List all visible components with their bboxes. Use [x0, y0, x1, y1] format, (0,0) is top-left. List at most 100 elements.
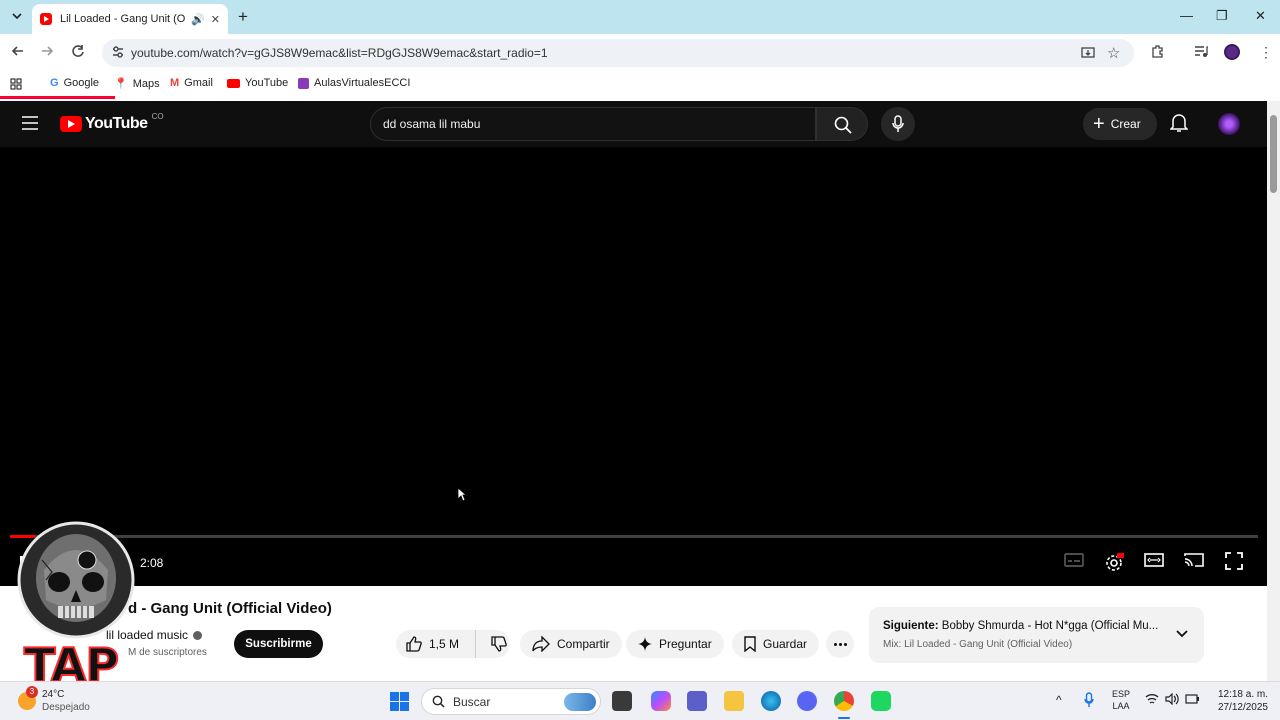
youtube-logo[interactable]: YouTube CO — [60, 111, 164, 133]
discord-icon[interactable] — [797, 691, 817, 711]
restore-icon[interactable]: ❐ — [1216, 8, 1228, 24]
share-arrow-icon — [532, 636, 550, 652]
taskbar-search[interactable]: Buscar — [421, 688, 601, 715]
bookmark-youtube[interactable]: YouTube — [227, 77, 288, 89]
cast-icon[interactable] — [1184, 552, 1204, 568]
minimize-icon[interactable]: — — [1180, 8, 1193, 23]
chrome-icon[interactable] — [834, 691, 854, 711]
bookmark-gmail[interactable]: M Gmail — [170, 77, 213, 89]
speaker-icon[interactable]: 🔊 — [191, 13, 205, 26]
maps-pin-icon: 📍 — [114, 78, 128, 90]
sparkle-icon — [638, 637, 652, 651]
install-app-icon[interactable] — [1081, 46, 1095, 60]
thumbs-down-icon — [491, 636, 507, 652]
create-label: Crear — [1110, 117, 1141, 131]
share-button[interactable]: Compartir — [520, 630, 622, 658]
lang-bottom: LAA — [1112, 701, 1130, 711]
bookmark-aulas[interactable]: AulasVirtualesECCI — [298, 77, 410, 89]
browser-toolbar: youtube.com/watch?v=gGJS8W9emac&list=RDg… — [0, 34, 1280, 72]
subscriber-count: M de suscriptores — [128, 647, 207, 658]
wifi-icon[interactable] — [1145, 693, 1159, 705]
country-code: CO — [151, 111, 164, 121]
dislike-button[interactable] — [483, 636, 507, 652]
tab-close-icon[interactable]: ✕ — [211, 13, 220, 26]
bookmark-star-icon[interactable]: ☆ — [1107, 44, 1120, 62]
forward-icon[interactable] — [40, 44, 54, 58]
video-player[interactable]: 2:08 — [0, 147, 1267, 586]
up-next-mix: Mix: Lil Loaded - Gang Unit (Official Vi… — [883, 639, 1073, 650]
subscribe-button[interactable]: Suscribirme — [234, 630, 323, 658]
task-view-icon[interactable] — [612, 691, 632, 711]
url-text: youtube.com/watch?v=gGJS8W9emac&list=RDg… — [131, 46, 548, 60]
weather-widget[interactable]: 24°C Despejado — [42, 688, 90, 714]
ask-button[interactable]: Preguntar — [626, 630, 724, 658]
teams-icon[interactable] — [687, 691, 707, 711]
system-clock[interactable]: 12:18 a. m. 27/12/2025 — [1210, 688, 1268, 714]
file-explorer-icon[interactable] — [724, 691, 744, 711]
search-icon — [834, 116, 852, 134]
windows-start-icon[interactable] — [390, 692, 409, 711]
more-actions-button[interactable] — [826, 630, 854, 658]
copilot-icon[interactable] — [651, 691, 671, 711]
battery-icon[interactable] — [1185, 694, 1199, 704]
thumbs-up-icon — [406, 636, 422, 652]
reload-icon[interactable] — [71, 44, 85, 58]
bookmark-google[interactable]: G Google — [50, 77, 99, 89]
youtube-page: YouTube CO dd osama lil mabu + Crear 2:0… — [0, 101, 1267, 681]
subtitles-icon[interactable] — [1064, 552, 1084, 568]
taskbar-search-placeholder: Buscar — [453, 694, 491, 709]
gmail-icon: M — [170, 77, 180, 89]
create-button[interactable]: + Crear — [1083, 108, 1157, 140]
settings-gear-icon[interactable] — [1104, 552, 1124, 572]
back-icon[interactable] — [11, 44, 25, 58]
time-display: 2:08 — [140, 556, 164, 570]
save-button[interactable]: Guardar — [732, 630, 820, 658]
bookmark-label: YouTube — [245, 77, 289, 89]
address-bar[interactable]: youtube.com/watch?v=gGJS8W9emac&list=RDg… — [102, 39, 1134, 67]
media-controls-icon[interactable] — [1194, 44, 1209, 59]
notifications-bell-icon[interactable] — [1170, 113, 1188, 133]
app-green-icon[interactable] — [871, 691, 891, 711]
window-close-icon[interactable]: ✕ — [1255, 8, 1266, 24]
chrome-active-indicator — [838, 717, 850, 719]
youtube-favicon-icon — [40, 13, 52, 25]
up-next-card[interactable]: Siguiente: Bobby Shmurda - Hot N*gga (Of… — [869, 607, 1204, 663]
bookmark-label: Maps — [132, 77, 160, 90]
google-icon: G — [50, 77, 59, 89]
account-avatar[interactable] — [1218, 113, 1240, 135]
input-language[interactable]: ESP LAA — [1112, 688, 1130, 712]
scrollbar-thumb[interactable] — [1270, 115, 1277, 193]
like-dislike-group: 1,5 M — [396, 630, 510, 658]
search-highlight-icon — [564, 693, 596, 711]
search-button[interactable] — [816, 107, 868, 141]
like-button[interactable]: 1,5 M — [396, 630, 476, 658]
theater-mode-icon[interactable] — [1144, 552, 1164, 568]
extensions-icon[interactable] — [1150, 44, 1165, 59]
tray-mic-icon[interactable] — [1084, 692, 1094, 708]
apps-grid-icon[interactable] — [10, 78, 22, 90]
browser-tab-active[interactable]: Lil Loaded - Gang Unit (Offi 🔊 ✕ — [32, 4, 228, 34]
tab-title: Lil Loaded - Gang Unit (Offi — [60, 13, 186, 25]
search-input[interactable]: dd osama lil mabu — [370, 107, 816, 141]
tray-overflow-icon[interactable]: ^ — [1056, 693, 1062, 707]
hamburger-menu-icon[interactable] — [22, 116, 38, 130]
verified-badge-icon — [193, 630, 203, 640]
page-scrollbar[interactable] — [1267, 101, 1280, 681]
new-tab-icon[interactable]: + — [238, 7, 248, 27]
voice-search-button[interactable] — [881, 107, 915, 141]
bookmark-label: Gmail — [184, 77, 213, 89]
browser-menu-icon[interactable]: ⋮ — [1259, 44, 1273, 61]
video-progress-bar[interactable] — [10, 535, 1258, 538]
bookmarks-bar: G Google 📍 Maps M Gmail YouTube AulasVir… — [0, 72, 1280, 96]
site-info-icon[interactable] — [111, 45, 125, 59]
volume-icon[interactable] — [1165, 693, 1179, 705]
fullscreen-icon[interactable] — [1225, 552, 1243, 570]
edge-icon[interactable] — [761, 691, 781, 711]
bookmark-maps[interactable]: 📍 Maps — [114, 77, 160, 91]
up-next-line: Siguiente: Bobby Shmurda - Hot N*gga (Of… — [883, 620, 1158, 632]
profile-avatar-icon[interactable] — [1224, 44, 1240, 60]
chevron-down-icon[interactable] — [1175, 627, 1189, 641]
tab-search-icon[interactable] — [11, 10, 23, 22]
youtube-logo-text: YouTube — [85, 115, 148, 132]
taskbar: 3 24°C Despejado Buscar ^ ESP LAA 12:18 … — [0, 681, 1280, 720]
